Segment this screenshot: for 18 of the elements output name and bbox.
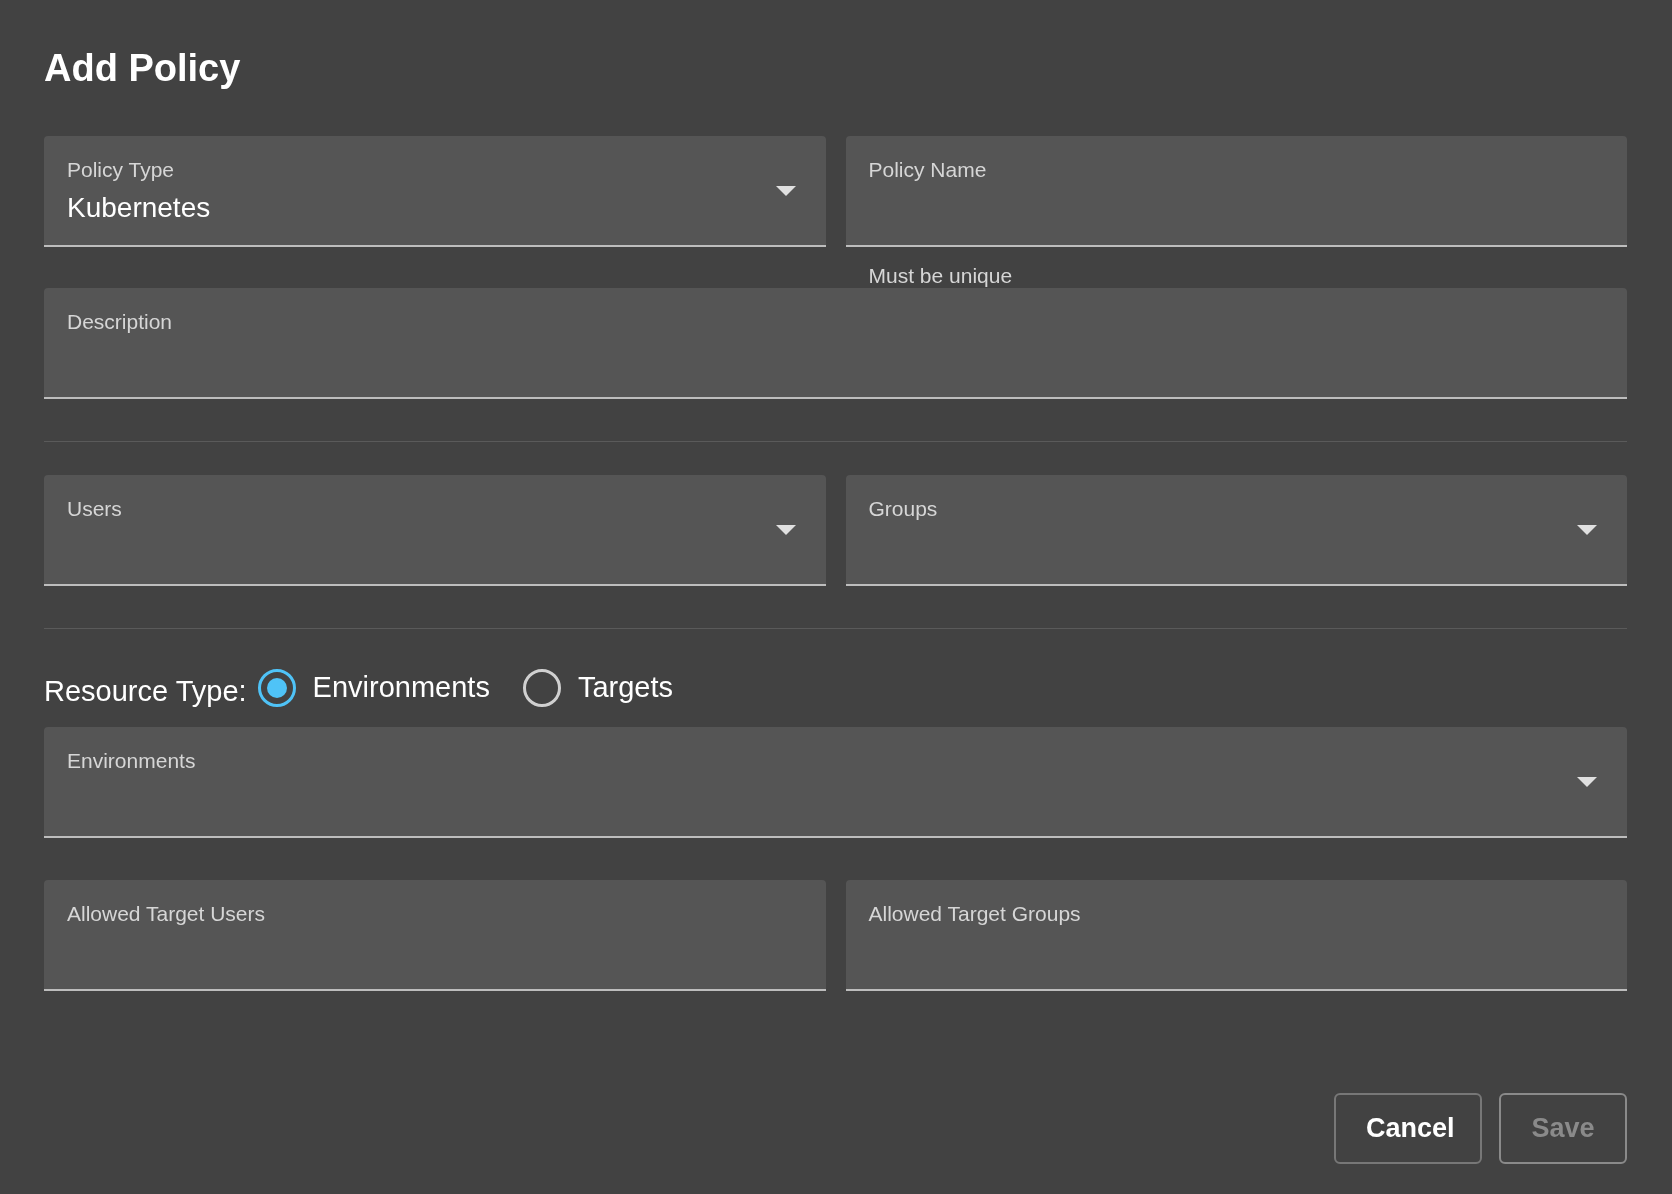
radio-group-label: Resource Type: xyxy=(44,675,247,709)
select-field[interactable]: Policy Type Kubernetes xyxy=(44,135,826,247)
text-field[interactable]: Policy Name xyxy=(845,135,1627,247)
radio-option[interactable]: Targets xyxy=(521,667,673,708)
text-field[interactable]: Description xyxy=(44,287,1627,399)
radio-option[interactable]: Environments xyxy=(256,667,490,708)
select-field[interactable]: Environments xyxy=(44,726,1627,838)
caret-icon xyxy=(1577,776,1597,787)
caret-icon xyxy=(1577,524,1597,535)
caret-icon xyxy=(775,185,796,196)
dialog-title: Add Policy xyxy=(44,46,241,91)
cancel-button[interactable]: Cancel xyxy=(1334,1093,1482,1164)
text-field[interactable]: Allowed Target Users xyxy=(44,879,826,991)
text-field[interactable]: Allowed Target Groups xyxy=(845,879,1627,991)
helper-text: Must be unique xyxy=(868,262,1013,288)
caret-icon xyxy=(775,524,796,535)
select-field[interactable]: Groups xyxy=(845,474,1627,586)
select-field[interactable]: Users xyxy=(44,474,826,586)
